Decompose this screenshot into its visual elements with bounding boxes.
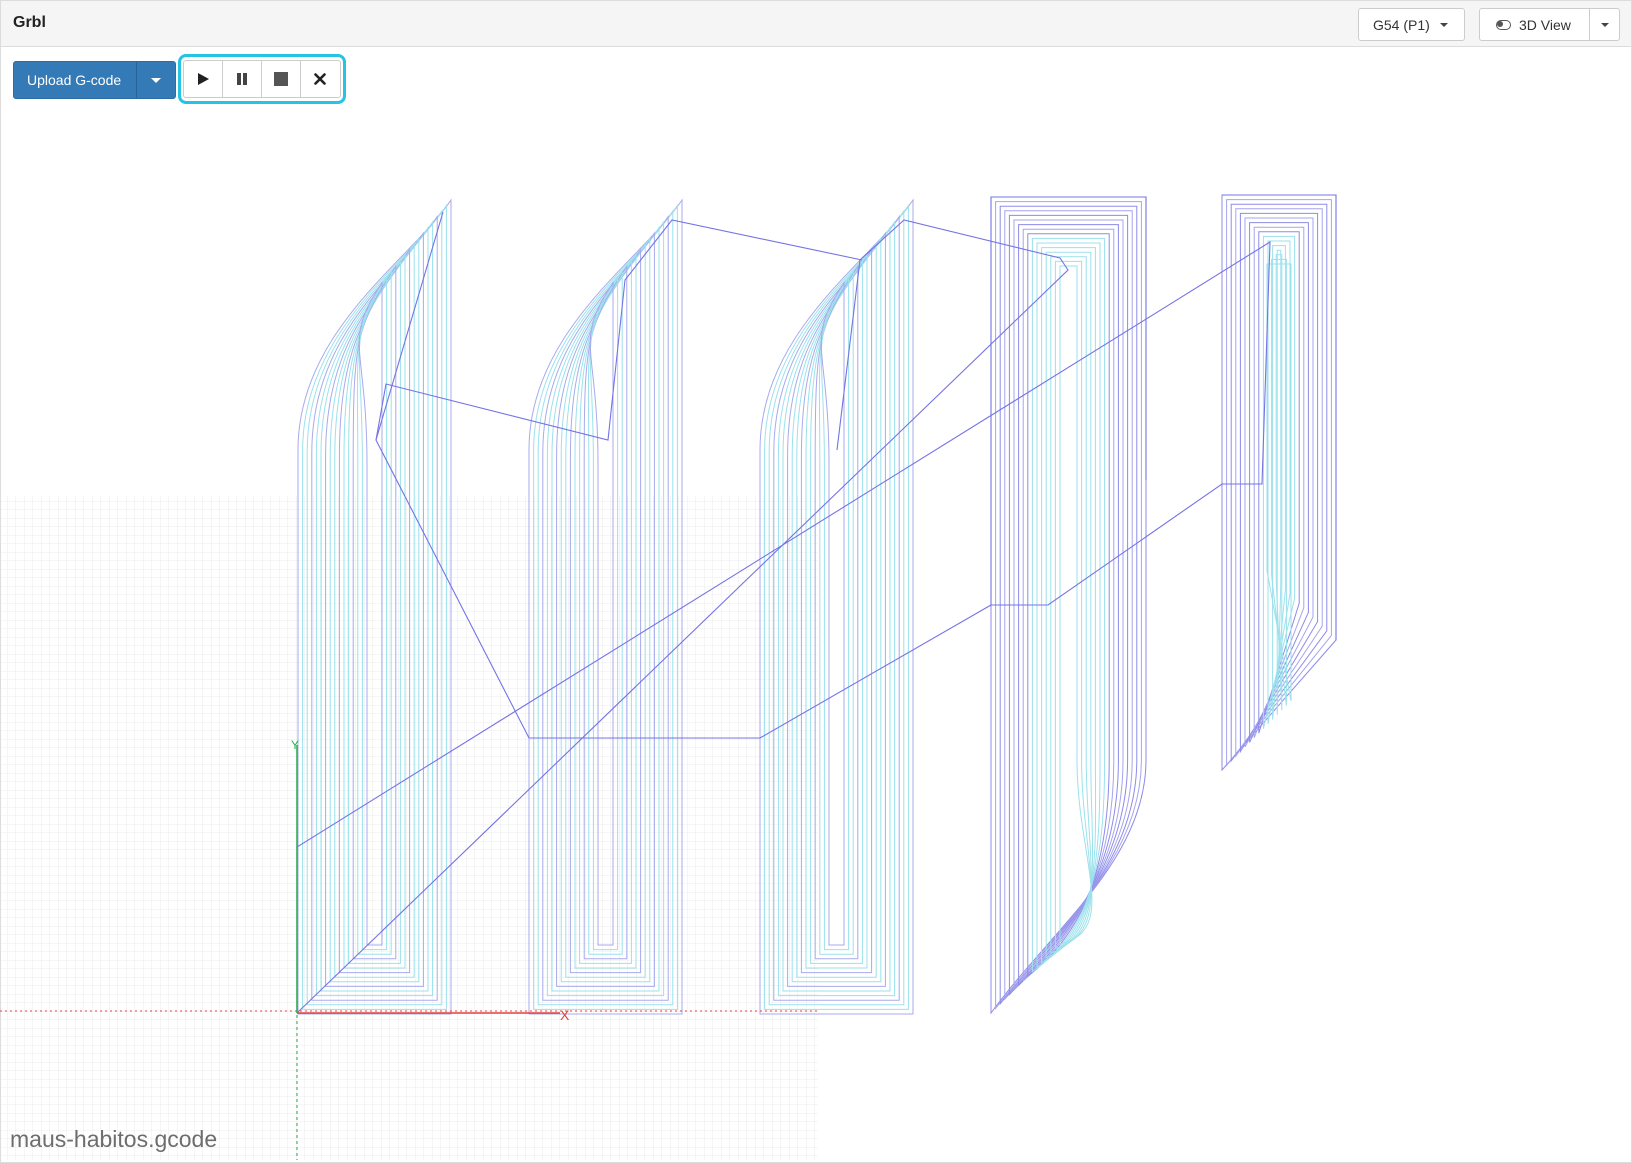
stop-button[interactable] [262, 61, 301, 97]
3d-view-button[interactable]: 3D View [1480, 9, 1590, 40]
wcs-label: G54 (P1) [1373, 16, 1430, 33]
close-button[interactable] [301, 61, 340, 97]
toolpath-segment [810, 259, 863, 964]
play-icon [198, 73, 209, 85]
workflow-controls [183, 60, 341, 98]
stop-icon [274, 72, 288, 86]
x-axis-label: X [560, 1007, 570, 1023]
toolpath-segment [1221, 194, 1337, 772]
caret-down-icon [1600, 22, 1609, 27]
toolpath-segment [1266, 263, 1292, 702]
pause-button[interactable] [223, 61, 262, 97]
upload-gcode-group: Upload G-code [13, 61, 176, 99]
toolpath-segment [1041, 247, 1097, 964]
widget-title: Grbl [13, 14, 46, 31]
grid-plane [0, 496, 818, 1160]
toolpath-segment [1045, 251, 1094, 959]
close-icon [314, 73, 327, 85]
toolpath-segment [820, 275, 850, 951]
view-dropdown-toggle[interactable] [1590, 9, 1619, 40]
wcs-dropdown-button[interactable]: G54 (P1) [1358, 8, 1465, 41]
toggle-icon [1496, 19, 1511, 30]
toolpath-segment [1226, 199, 1332, 767]
view-button-group: 3D View [1479, 8, 1620, 41]
gcode-visualizer[interactable]: X Y [0, 0, 1632, 1163]
y-axis-label: Y [291, 738, 299, 752]
upload-dropdown-toggle[interactable] [137, 62, 175, 98]
caret-down-icon [151, 77, 161, 83]
run-button[interactable] [184, 61, 223, 97]
caret-down-icon [1439, 22, 1448, 27]
widget-header: Grbl G54 (P1) 3D View [1, 1, 1631, 47]
toolpath-segment [1239, 212, 1319, 754]
loaded-file-name: maus-habitos.gcode [10, 1126, 218, 1152]
toolpath-segment [1050, 256, 1092, 954]
upload-gcode-button[interactable]: Upload G-code [14, 62, 137, 98]
3d-view-label: 3D View [1519, 16, 1571, 33]
pause-icon [237, 73, 247, 85]
